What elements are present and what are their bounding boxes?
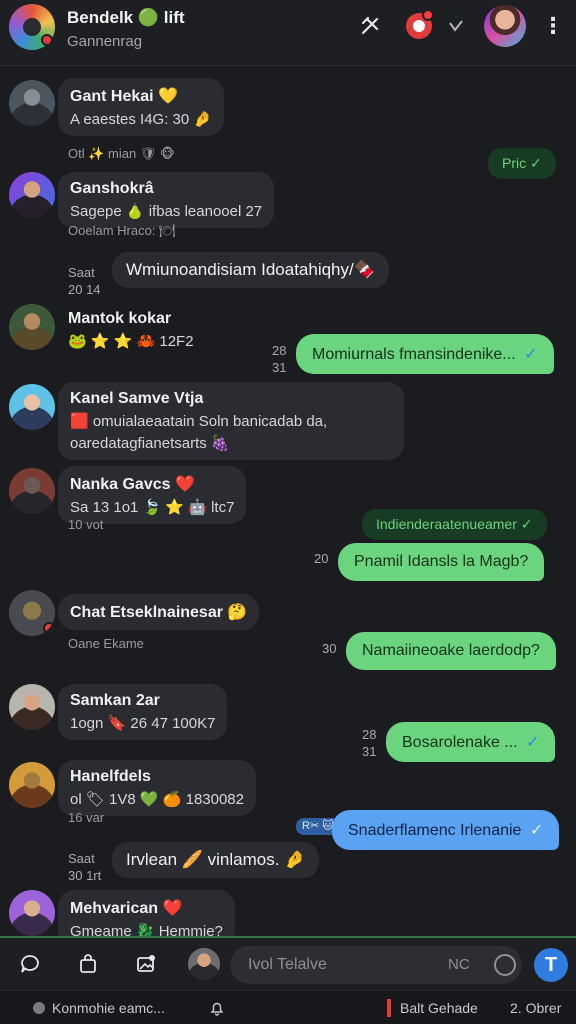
incoming-message[interactable]: Ganshokrâ Sagepe 🍐 ifbas leanooel 27 <box>58 172 275 228</box>
message-meta: Otl ✨ mian 🛡 🐵 <box>68 146 175 161</box>
sender-avatar[interactable] <box>9 468 55 514</box>
timestamp: 28 31 <box>362 727 377 759</box>
status-bar: Konmohie eamc... Balt Gehade 2. Obrer <box>0 990 576 1024</box>
message-text: Pric <box>502 155 527 171</box>
sender-avatar[interactable] <box>9 762 55 808</box>
message-meta: Oane Ekame <box>68 636 144 651</box>
read-tick-icon: ✓ <box>524 346 538 363</box>
sender-name: Hanelfdels <box>70 768 151 785</box>
message-text: Snaderflamenc Irlenanie <box>348 822 526 839</box>
message-text: Sagepe 🍐 ifbas leanooel 27 <box>70 203 263 220</box>
input-hint: NC <box>448 956 470 973</box>
sender-avatar[interactable] <box>9 304 55 350</box>
incoming-message[interactable]: Wmiunoandisiam Idoatahiqhy/🍫 <box>112 252 389 288</box>
sender-avatar[interactable] <box>9 384 55 430</box>
chat-title[interactable]: Bendelk 🟢 lift <box>67 8 185 28</box>
timestamp: 30 <box>322 641 337 656</box>
message-meta: Ooelam Hraco: 🍽 <box>68 223 176 238</box>
profile-avatar[interactable] <box>484 5 526 47</box>
chat-subtitle: Gannenrag <box>67 33 143 50</box>
sender-name: Mehvarican ❤️ <box>70 900 183 917</box>
sender-avatar[interactable] <box>9 684 55 730</box>
read-tick-icon: ✓ <box>529 822 544 839</box>
timestamp: Saat 30 1rt <box>68 851 102 883</box>
message-text: 1ogn 🔖 26 47 100K7 <box>70 715 216 732</box>
status-right-text: Balt Gehade <box>400 1000 478 1016</box>
message-text: Sa 13 1o1 🍃 ⭐ 🤖 ltc7 <box>70 499 235 516</box>
incoming-message[interactable]: Nanka Gavcs ❤️ Sa 13 1o1 🍃 ⭐ 🤖 ltc7 <box>58 466 247 524</box>
message-text: oaredatagfianetsarts 🍇 <box>70 435 230 452</box>
message-text: Namaiineoake laerdodp? <box>362 642 540 659</box>
message-meta: 10 vot <box>68 517 104 532</box>
message-feed[interactable]: Gant Hekai 💛 A eaestes I4G: 30 🤌 Otl ✨ m… <box>0 66 576 948</box>
sender-avatar[interactable] <box>9 80 55 126</box>
tools-icon[interactable] <box>356 12 384 40</box>
message-text: Irvlean 🥖 vinlamos. 🤌 <box>126 850 306 869</box>
record-icon <box>406 9 434 39</box>
more-options-icon[interactable]: ⋮ <box>542 12 564 40</box>
status-left-text: Konmohie eamc... <box>52 1000 165 1016</box>
incoming-message[interactable]: Gant Hekai 💛 A eaestes I4G: 30 🤌 <box>58 78 225 136</box>
message-text: Bosarolenake ... <box>402 734 523 751</box>
outgoing-message[interactable]: Bosarolenake ... ✓ <box>386 722 556 762</box>
outgoing-message[interactable]: Momiurnals fmansindenike... ✓ <box>296 334 554 374</box>
check-icon[interactable] <box>444 12 468 40</box>
bell-icon[interactable] <box>206 997 228 1019</box>
outgoing-message[interactable]: Indienderaatenueamer ✓ <box>362 509 547 540</box>
outgoing-message[interactable]: Pnamil Idansls la Magb? <box>338 543 545 581</box>
sender-name: Mantok kokar <box>68 310 172 327</box>
message-input[interactable] <box>230 946 522 984</box>
message-text: 🐸 ⭐ ⭐ 🦀 12F2 <box>68 333 194 350</box>
message-composer: NC T <box>0 936 576 990</box>
message-meta: 16 var <box>68 810 105 825</box>
sender-avatar[interactable] <box>9 590 55 636</box>
bag-icon[interactable] <box>74 950 102 978</box>
read-tick-icon: ✓ <box>520 516 533 532</box>
incoming-message[interactable]: Chat Etseklnainesar 🤔 <box>58 594 260 630</box>
user-avatar[interactable] <box>188 948 220 980</box>
timestamp: 28 31 <box>272 343 287 375</box>
sender-avatar[interactable] <box>9 890 55 936</box>
timestamp: 20 <box>314 551 329 566</box>
outgoing-message[interactable]: Pric ✓ <box>488 148 556 179</box>
send-button[interactable]: T <box>534 948 568 982</box>
chat-bubble-icon[interactable] <box>16 950 44 978</box>
incoming-message[interactable]: Irvlean 🥖 vinlamos. 🤌 <box>112 842 320 878</box>
notification-badge <box>43 622 55 634</box>
sender-name: Ganshokrâ <box>70 180 154 197</box>
message-text: Pnamil Idansls la Magb? <box>354 553 529 570</box>
message-text: Momiurnals fmansindenike... <box>312 346 521 363</box>
sender-name: Gant Hekai 💛 <box>70 88 178 105</box>
message-text: 🟥 omuialaeaatain Soln banicadab da, <box>70 413 328 430</box>
message-text: Wmiunoandisiam Idoatahiqhy/🍫 <box>126 260 375 279</box>
read-tick-icon: ✓ <box>530 155 542 171</box>
sender-name: Chat Etseklnainesar 🤔 <box>70 604 248 621</box>
media-icon[interactable] <box>132 950 160 978</box>
incoming-message[interactable]: Hanelfdels ol 🏷 1V8 💚 🍊 1830082 <box>58 760 256 816</box>
status-marker <box>387 999 391 1017</box>
notification-badge <box>41 34 53 46</box>
sender-name: Samkan 2ar <box>70 692 160 709</box>
message-text: ol 🏷 1V8 💚 🍊 1830082 <box>70 791 244 808</box>
read-tick-icon: ✓ <box>526 734 540 751</box>
message-text: Indienderaatenueamer <box>376 516 521 532</box>
outgoing-message[interactable]: Snaderflamenc Irlenanie ✓ <box>332 810 560 850</box>
emoji-icon[interactable] <box>494 954 516 976</box>
sender-avatar[interactable] <box>9 172 55 218</box>
status-count: 2. Obrer <box>510 1000 562 1016</box>
record-button[interactable] <box>402 9 436 40</box>
timestamp: Saat 20 14 <box>68 265 101 297</box>
sender-name: Kanel Samve Vtja <box>70 390 204 407</box>
chat-header: Bendelk 🟢 lift Gannenrag ⋮ <box>0 0 576 66</box>
message-text: A eaestes I4G: 30 🤌 <box>70 111 213 128</box>
incoming-message[interactable]: Mantok kokar 🐸 ⭐ ⭐ 🦀 12F2 <box>68 310 194 350</box>
status-indicator-icon <box>33 1002 45 1014</box>
incoming-message[interactable]: Samkan 2ar 1ogn 🔖 26 47 100K7 <box>58 684 228 740</box>
outgoing-message[interactable]: Namaiineoake laerdodp? <box>346 632 556 670</box>
sender-name: Nanka Gavcs ❤️ <box>70 476 195 493</box>
incoming-message[interactable]: Kanel Samve Vtja 🟥 omuialaeaatain Soln b… <box>58 382 404 460</box>
